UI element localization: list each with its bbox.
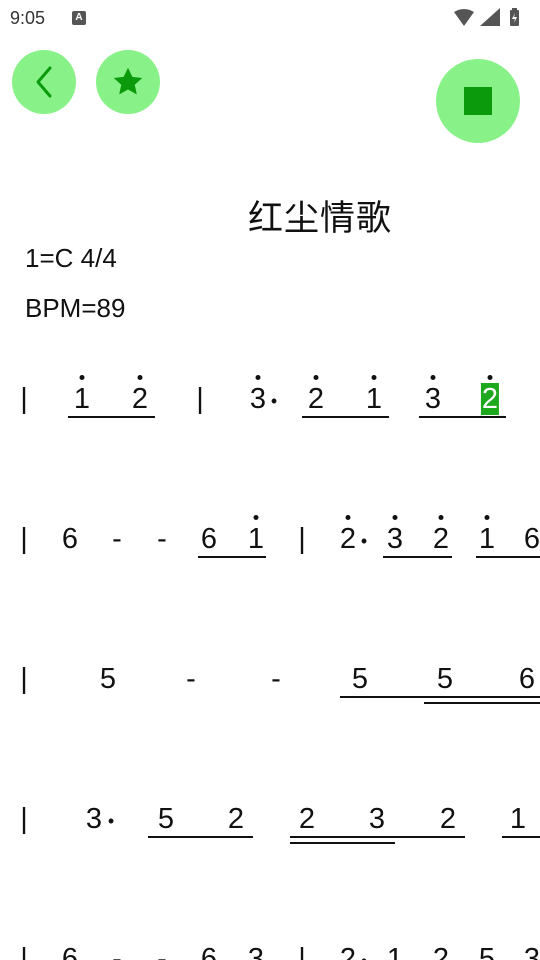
bar-line: | [20, 803, 28, 835]
score-area: | 1 2 | 3 • 2 1 3 2 | 6- -6 1 | 2 • 3 2 1 6 | 5- -5 5 6 | 3 • 5 2 2 3 2 1 |… [0, 0, 540, 960]
score-note: 3 [85, 803, 103, 835]
eighth-underline [290, 836, 465, 838]
score-note: 2 [432, 943, 450, 960]
high-octave-dot [345, 515, 351, 520]
sustain-dash: - [271, 663, 281, 695]
dotted-note-dot: • [107, 811, 115, 831]
bar-line: | [20, 523, 28, 555]
high-octave-dot [487, 375, 493, 380]
bar-line: | [20, 383, 28, 415]
sustain-dash: - [186, 663, 196, 695]
score-note: 1 [73, 383, 91, 415]
bar-line: | [20, 663, 28, 695]
score-note: 2 [339, 523, 357, 555]
score-note: 2 [131, 383, 149, 415]
sixteenth-underline [424, 702, 540, 704]
score-note: 6 [518, 663, 536, 695]
score-note: 2 [432, 523, 450, 555]
high-octave-dot [255, 375, 261, 380]
score-note: 2 [227, 803, 245, 835]
score-note: 2 [298, 803, 316, 835]
score-note: 2 [439, 803, 457, 835]
dotted-note-dot: • [360, 531, 368, 551]
score-note: 3 [368, 803, 386, 835]
bar-line: | [298, 943, 306, 960]
sustain-dash: - [112, 523, 122, 555]
eighth-underline [419, 416, 506, 418]
high-octave-dot [430, 375, 436, 380]
score-note: 3 [249, 383, 267, 415]
eighth-underline [198, 556, 266, 558]
score-note: 1 [509, 803, 527, 835]
score-note: 5 [351, 663, 369, 695]
score-note: 3 [386, 523, 404, 555]
score-note: 1 [247, 523, 265, 555]
high-octave-dot [484, 515, 490, 520]
high-octave-dot [79, 375, 85, 380]
dotted-note-dot: • [270, 391, 278, 411]
high-octave-dot [392, 515, 398, 520]
score-note: 6 [523, 523, 540, 555]
eighth-underline [502, 836, 540, 838]
score-note: 2 [339, 943, 357, 960]
sixteenth-underline [290, 842, 395, 844]
high-octave-dot [313, 375, 319, 380]
score-note: 5 [436, 663, 454, 695]
dotted-note-dot: • [361, 945, 367, 960]
bar-line: | [196, 383, 204, 415]
eighth-underline [302, 416, 389, 418]
score-note: 5 [478, 943, 496, 960]
eighth-underline [476, 556, 540, 558]
eighth-underline [383, 556, 452, 558]
sustain-dash: - [157, 943, 167, 960]
score-note: 5 [157, 803, 175, 835]
score-note: 6 [200, 523, 218, 555]
eighth-underline [340, 696, 540, 698]
score-note: 1 [365, 383, 383, 415]
bar-line: | [298, 523, 306, 555]
bar-line: | [20, 943, 28, 960]
eighth-underline [148, 836, 253, 838]
high-octave-dot [137, 375, 143, 380]
high-octave-dot [253, 515, 259, 520]
score-note: 2 [307, 383, 325, 415]
score-note: 1 [478, 523, 496, 555]
score-note: 6 [200, 943, 218, 960]
score-note: 1 [386, 943, 404, 960]
eighth-underline [68, 416, 155, 418]
score-note: 3 [247, 943, 265, 960]
high-octave-dot [438, 515, 444, 520]
score-note: 6 [61, 943, 79, 960]
high-octave-dot [371, 375, 377, 380]
sustain-dash: - [157, 523, 167, 555]
score-note: 3 [424, 383, 442, 415]
score-note: 3 [523, 943, 540, 960]
score-note: 5 [99, 663, 117, 695]
current-note-highlight: 2 [480, 383, 500, 415]
sustain-dash: - [112, 943, 122, 960]
score-note: 6 [61, 523, 79, 555]
